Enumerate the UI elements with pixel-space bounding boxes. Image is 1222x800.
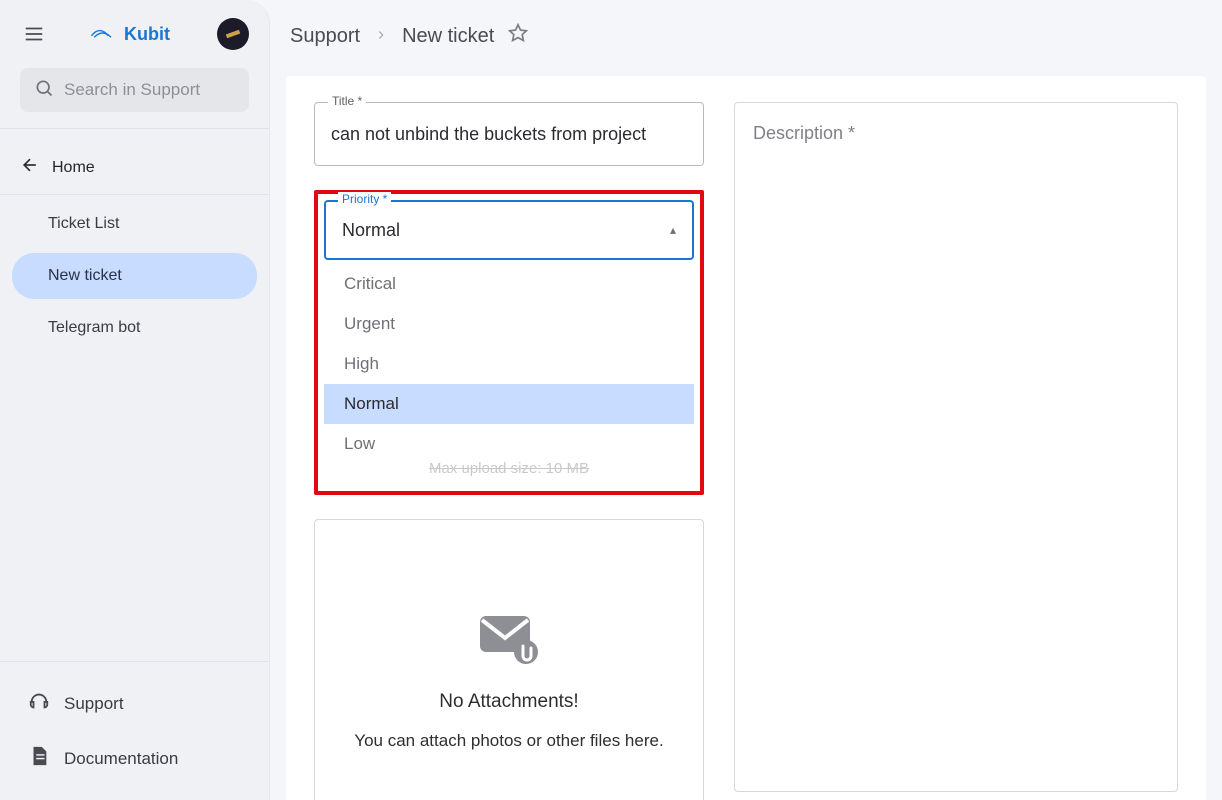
app-layout: Kubit Home Ticket List	[0, 0, 1222, 800]
breadcrumb: Support New ticket	[270, 0, 1222, 72]
content: Title * Priority * Normal ▴	[270, 72, 1222, 800]
sidebar-item-telegram-bot[interactable]: Telegram bot	[12, 305, 257, 351]
crumb-parent[interactable]: Support	[290, 25, 360, 48]
mail-attachment-icon	[474, 608, 544, 673]
description-label: Description *	[753, 123, 855, 143]
main: Support New ticket Title *	[270, 0, 1222, 800]
priority-option-low[interactable]: Low	[324, 424, 694, 464]
brand[interactable]: Kubit	[90, 24, 170, 45]
sidebar-bottom-documentation[interactable]: Documentation	[0, 731, 269, 786]
priority-option-urgent[interactable]: Urgent	[324, 304, 694, 344]
sidebar-bottom-label: Support	[64, 694, 124, 714]
priority-option-high[interactable]: High	[324, 344, 694, 384]
hamburger-icon[interactable]	[20, 20, 48, 48]
form-left-column: Title * Priority * Normal ▴	[286, 102, 704, 800]
sidebar-divider	[0, 128, 269, 129]
title-field: Title *	[314, 102, 704, 166]
caret-up-icon: ▴	[670, 223, 676, 237]
dropdown-item-label: High	[344, 354, 379, 373]
sidebar-bottom-label: Documentation	[64, 749, 178, 769]
sidebar: Kubit Home Ticket List	[0, 0, 270, 800]
headset-icon	[28, 690, 50, 717]
arrow-left-icon	[20, 155, 40, 180]
sidebar-bottom: Support Documentation	[0, 661, 269, 800]
sidebar-header: Kubit	[0, 18, 269, 68]
chevron-right-icon	[374, 25, 388, 48]
search-input[interactable]	[64, 80, 235, 100]
brand-name: Kubit	[124, 24, 170, 45]
priority-highlight: Priority * Normal ▴ Critical Urgen	[314, 190, 704, 495]
priority-dropdown: Critical Urgent High Normal	[324, 264, 694, 464]
form-right-column: Description *	[734, 102, 1206, 800]
search-icon	[34, 78, 54, 103]
priority-option-normal[interactable]: Normal	[324, 384, 694, 424]
dropdown-item-label: Low	[344, 434, 375, 453]
form-card: Title * Priority * Normal ▴	[286, 76, 1206, 800]
sidebar-item-new-ticket[interactable]: New ticket	[12, 253, 257, 299]
document-icon	[28, 745, 50, 772]
search-box[interactable]	[20, 68, 249, 112]
title-label: Title *	[328, 94, 366, 108]
priority-field: Priority * Normal ▴	[324, 200, 694, 260]
upload-hint-obscured: Max upload size: 10 MB	[324, 460, 694, 485]
priority-value: Normal	[342, 220, 400, 241]
attachments-box[interactable]: No Attachments! You can attach photos or…	[314, 519, 704, 800]
sidebar-item-label: New ticket	[48, 267, 122, 284]
dropdown-item-label: Urgent	[344, 314, 395, 333]
sidebar-bottom-support[interactable]: Support	[0, 676, 269, 731]
sidebar-item-ticket-list[interactable]: Ticket List	[12, 201, 257, 247]
avatar[interactable]	[217, 18, 249, 50]
brand-wave-icon	[90, 24, 118, 45]
crumb-current: New ticket	[402, 25, 494, 48]
sidebar-nav: Home Ticket List New ticket Telegram bot	[0, 135, 269, 363]
star-icon[interactable]	[508, 23, 528, 49]
nav-home[interactable]: Home	[0, 141, 269, 195]
description-field[interactable]: Description *	[734, 102, 1178, 792]
priority-select[interactable]: Normal ▴	[324, 200, 694, 260]
title-input[interactable]	[314, 102, 704, 166]
sidebar-item-label: Telegram bot	[48, 319, 141, 336]
priority-label: Priority *	[338, 192, 391, 206]
attachments-sub: You can attach photos or other files her…	[354, 731, 663, 751]
sidebar-search-wrap	[0, 68, 269, 122]
dropdown-item-label: Critical	[344, 274, 396, 293]
dropdown-item-label: Normal	[344, 394, 399, 413]
attachments-title: No Attachments!	[439, 691, 578, 713]
nav-home-label: Home	[52, 159, 95, 177]
priority-option-critical[interactable]: Critical	[324, 264, 694, 304]
sidebar-item-label: Ticket List	[48, 215, 119, 232]
